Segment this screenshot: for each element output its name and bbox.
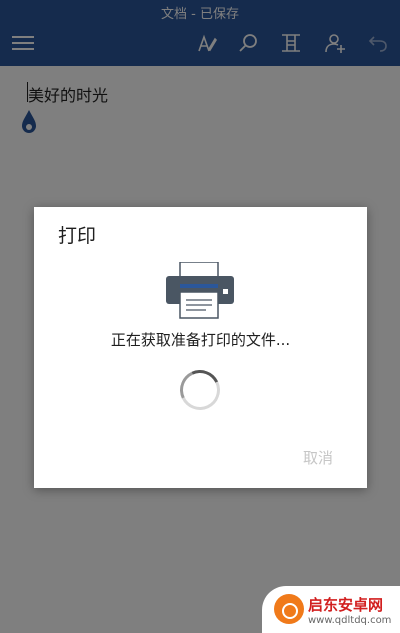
status-text: 正在获取准备打印的文件... [110,331,291,349]
watermark-logo-icon [274,594,304,624]
watermark: 启东安卓网 www.qdltdq.com [262,586,400,633]
printer-icon [166,261,234,320]
cancel-button[interactable]: 取消 [303,447,333,468]
watermark-name: 启东安卓网 [308,596,384,614]
print-dialog: 打印 正在获取准备打印的文件... 取消 [34,207,367,488]
watermark-url: www.qdltdq.com [308,615,392,626]
loading-spinner-icon [174,364,226,416]
dialog-title: 打印 [58,225,97,247]
